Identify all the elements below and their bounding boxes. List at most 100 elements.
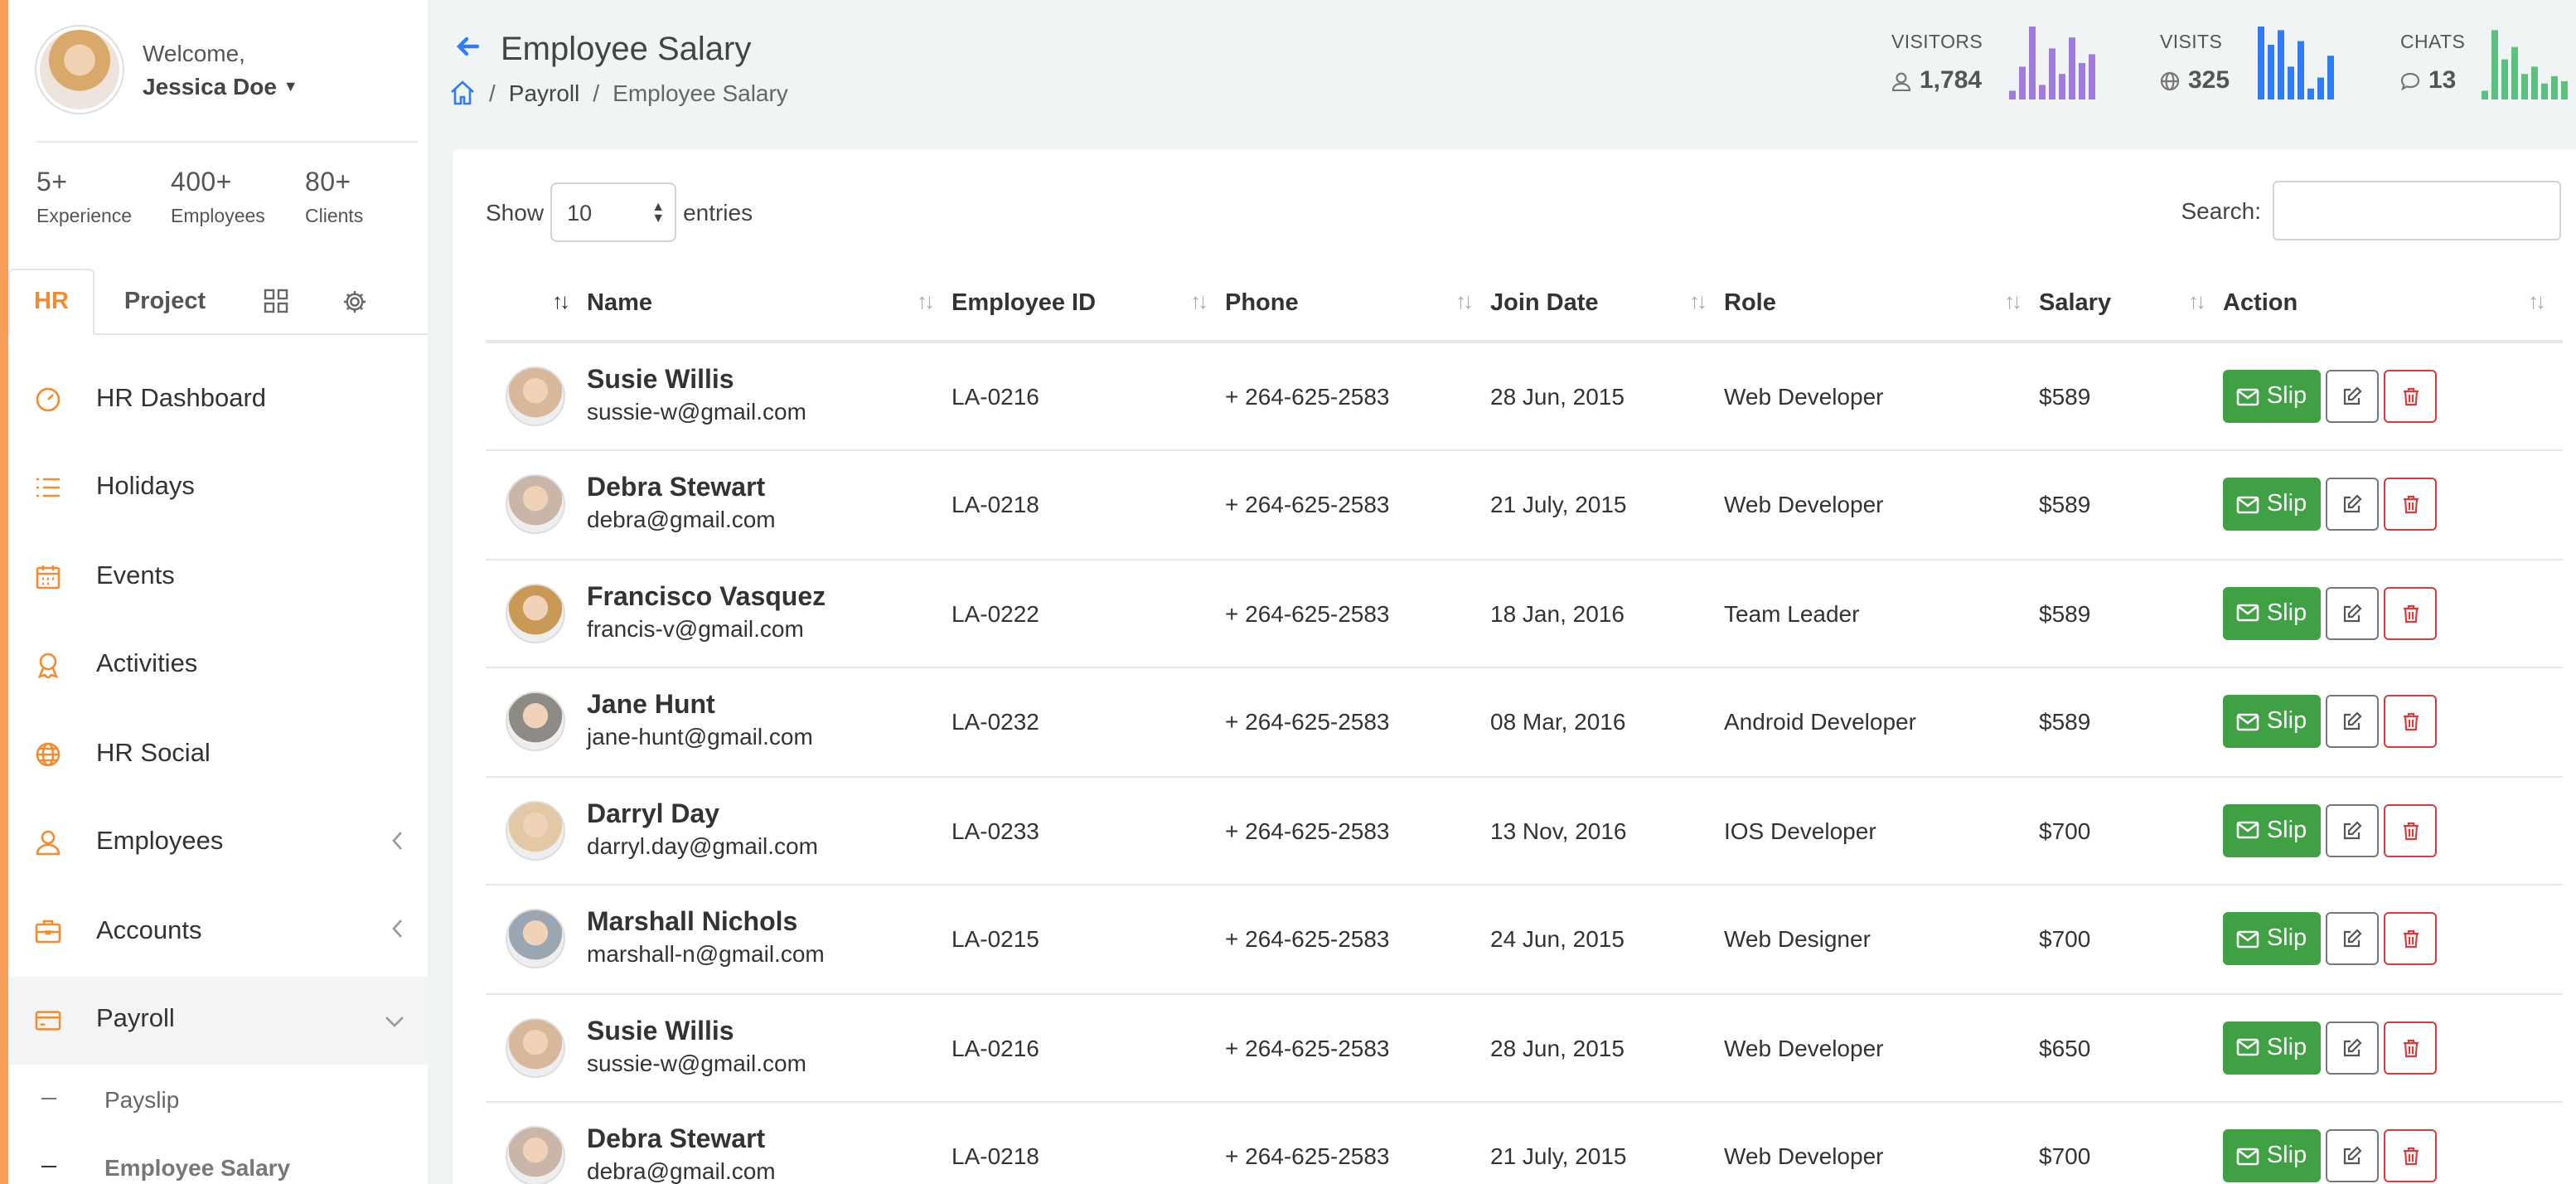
badge-icon	[35, 653, 61, 679]
slip-button[interactable]: Slip	[2223, 586, 2321, 640]
column-header-phone[interactable]: Phone ↑↓	[1225, 267, 1490, 343]
tab-project[interactable]: Project	[94, 269, 235, 333]
slip-button[interactable]: Slip	[2223, 912, 2321, 966]
edit-button[interactable]	[2326, 912, 2379, 966]
delete-button[interactable]	[2384, 1129, 2437, 1183]
edit-button[interactable]	[2326, 370, 2379, 423]
delete-button[interactable]	[2384, 370, 2437, 423]
trash-icon	[2403, 496, 2418, 514]
tab-hr[interactable]: HR	[8, 269, 94, 335]
edit-button[interactable]	[2326, 1129, 2379, 1183]
sparkline-bar	[2039, 85, 2046, 99]
entries-select[interactable]: 10 ▲ ▼	[550, 182, 677, 242]
table-row[interactable]: Francisco Vasquez francis-v@gmail.com LA-0…	[486, 559, 2563, 668]
column-header-role[interactable]: Role ↑↓	[1724, 267, 2039, 343]
grid-icon	[263, 289, 288, 313]
column-header-name[interactable]: Name ↑↓	[587, 267, 951, 343]
sort-icon[interactable]: ↑↓	[1689, 289, 1707, 313]
table-row[interactable]: Susie Willis sussie-w@gmail.com LA-0216 + 2…	[486, 342, 2563, 451]
delete-button[interactable]	[2384, 912, 2437, 966]
delete-button[interactable]	[2384, 1021, 2437, 1075]
sidebar-item-payroll[interactable]: Payroll	[8, 976, 428, 1065]
employee-email: debra@gmail.com	[587, 1157, 776, 1184]
home-icon[interactable]	[449, 80, 476, 106]
back-arrow-icon[interactable]	[456, 36, 479, 56]
slip-button[interactable]: Slip	[2223, 1129, 2321, 1183]
join-date: 18 Jan, 2016	[1490, 559, 1724, 668]
sort-icon[interactable]: ↑↓	[2188, 289, 2206, 313]
sort-icon[interactable]: ↑↓	[2528, 289, 2546, 313]
chevron-down-icon[interactable]	[385, 1014, 404, 1027]
sidebar-subitem-employee-salary[interactable]: Employee Salary	[8, 1133, 428, 1184]
sidebar-item-employees[interactable]: Employees	[8, 798, 428, 887]
sidebar-item-hr-social[interactable]: HR Social	[8, 710, 428, 798]
sort-icon[interactable]: ↑↓	[1190, 289, 1208, 313]
delete-button[interactable]	[2384, 803, 2437, 857]
name-cell: Susie Willis sussie-w@gmail.com	[587, 993, 951, 1103]
column-header-action[interactable]: Action ↑↓	[2223, 267, 2563, 343]
column-header-join-date[interactable]: Join Date ↑↓	[1490, 267, 1724, 343]
sidebar-item-label: Holidays	[96, 473, 195, 502]
employee-name: Debra Stewart	[587, 1126, 766, 1155]
sort-asc-icon[interactable]: ↑↓	[552, 289, 570, 313]
delete-button[interactable]	[2384, 586, 2437, 640]
slip-button[interactable]: Slip	[2223, 370, 2321, 423]
table-row[interactable]: Susie Willis sussie-w@gmail.com LA-0216 + 2…	[486, 993, 2563, 1103]
edit-button[interactable]	[2326, 586, 2379, 640]
slip-button[interactable]: Slip	[2223, 803, 2321, 857]
name-cell: Jane Hunt jane-hunt@gmail.com	[587, 667, 951, 777]
avatar[interactable]	[36, 27, 123, 113]
employee-id: LA-0233	[951, 776, 1225, 886]
chevron-left-icon[interactable]	[391, 919, 404, 939]
sort-icon[interactable]: ↑↓	[917, 289, 935, 313]
chevron-left-icon[interactable]	[391, 830, 404, 850]
avatar-cell	[486, 776, 587, 886]
table-row[interactable]: Jane Hunt jane-hunt@gmail.com LA-0232 + 264…	[486, 667, 2563, 777]
user-name[interactable]: Jessica Doe	[143, 73, 277, 99]
slip-button[interactable]: Slip	[2223, 478, 2321, 531]
sparkline-bar	[2268, 45, 2274, 99]
table-row[interactable]: Debra Stewart debra@gmail.com LA-0218 + 264…	[486, 1102, 2563, 1184]
edit-button[interactable]	[2326, 1021, 2379, 1075]
table-row[interactable]: Marshall Nichols marshall-n@gmail.com LA-0…	[486, 885, 2563, 994]
name-cell: Francisco Vasquez francis-v@gmail.com	[587, 559, 951, 668]
column-header-label: Join Date	[1490, 290, 1599, 317]
employee-phone: + 264-625-2583	[1225, 1102, 1490, 1184]
edit-button[interactable]	[2326, 695, 2379, 749]
sort-icon[interactable]: ↑↓	[1455, 289, 1474, 313]
tab-settings[interactable]	[315, 269, 395, 333]
sidebar-subitem-payslip[interactable]: Payslip	[8, 1065, 428, 1133]
search-input[interactable]	[2273, 181, 2561, 240]
column-header-employee-id[interactable]: Employee ID ↑↓	[951, 267, 1225, 343]
trash-icon	[2403, 1039, 2418, 1057]
sidebar-item-holidays[interactable]: Holidays	[8, 444, 428, 532]
tab-grid[interactable]	[235, 269, 315, 333]
column-header-label: Salary	[2039, 290, 2112, 317]
sidebar-item-events[interactable]: Events	[8, 532, 428, 621]
user-name-dropdown[interactable]: Jessica Doe ▼	[143, 73, 298, 99]
delete-button[interactable]	[2384, 478, 2437, 531]
employee-email: sussie-w@gmail.com	[587, 398, 806, 425]
trash-icon	[2403, 1148, 2418, 1166]
edit-button[interactable]	[2326, 803, 2379, 857]
profile-stats: 5+ Experience 400+ Employees 80+ Clients	[36, 169, 439, 227]
table-row[interactable]: Darryl Day darryl.day@gmail.com LA-0233 + 2…	[486, 776, 2563, 886]
slip-button[interactable]: Slip	[2223, 1021, 2321, 1075]
edit-button[interactable]	[2326, 478, 2379, 531]
employee-role: Web Designer	[1724, 885, 2039, 994]
profile-block: Welcome, Jessica Doe ▼	[36, 27, 418, 143]
column-header-salary[interactable]: Salary ↑↓	[2039, 267, 2223, 343]
delete-button[interactable]	[2384, 695, 2437, 749]
sidebar-item-hr-dashboard[interactable]: HR Dashboard	[8, 355, 428, 444]
sort-icon[interactable]: ↑↓	[2004, 289, 2022, 313]
column-header-avatar[interactable]: ↑↓	[486, 267, 587, 343]
sparkline-bar	[2561, 81, 2568, 99]
caret-down-icon[interactable]: ▼	[283, 78, 298, 95]
sidebar-item-accounts[interactable]: Accounts	[8, 887, 428, 976]
slip-button[interactable]: Slip	[2223, 695, 2321, 749]
sidebar-item-activities[interactable]: Activities	[8, 621, 428, 710]
breadcrumb-payroll[interactable]: Payroll	[509, 80, 580, 106]
employee-name: Susie Willis	[587, 366, 734, 395]
sidebar-subitem-label: Payslip	[104, 1085, 180, 1112]
table-row[interactable]: Debra Stewart debra@gmail.com LA-0218 + 264…	[486, 450, 2563, 560]
